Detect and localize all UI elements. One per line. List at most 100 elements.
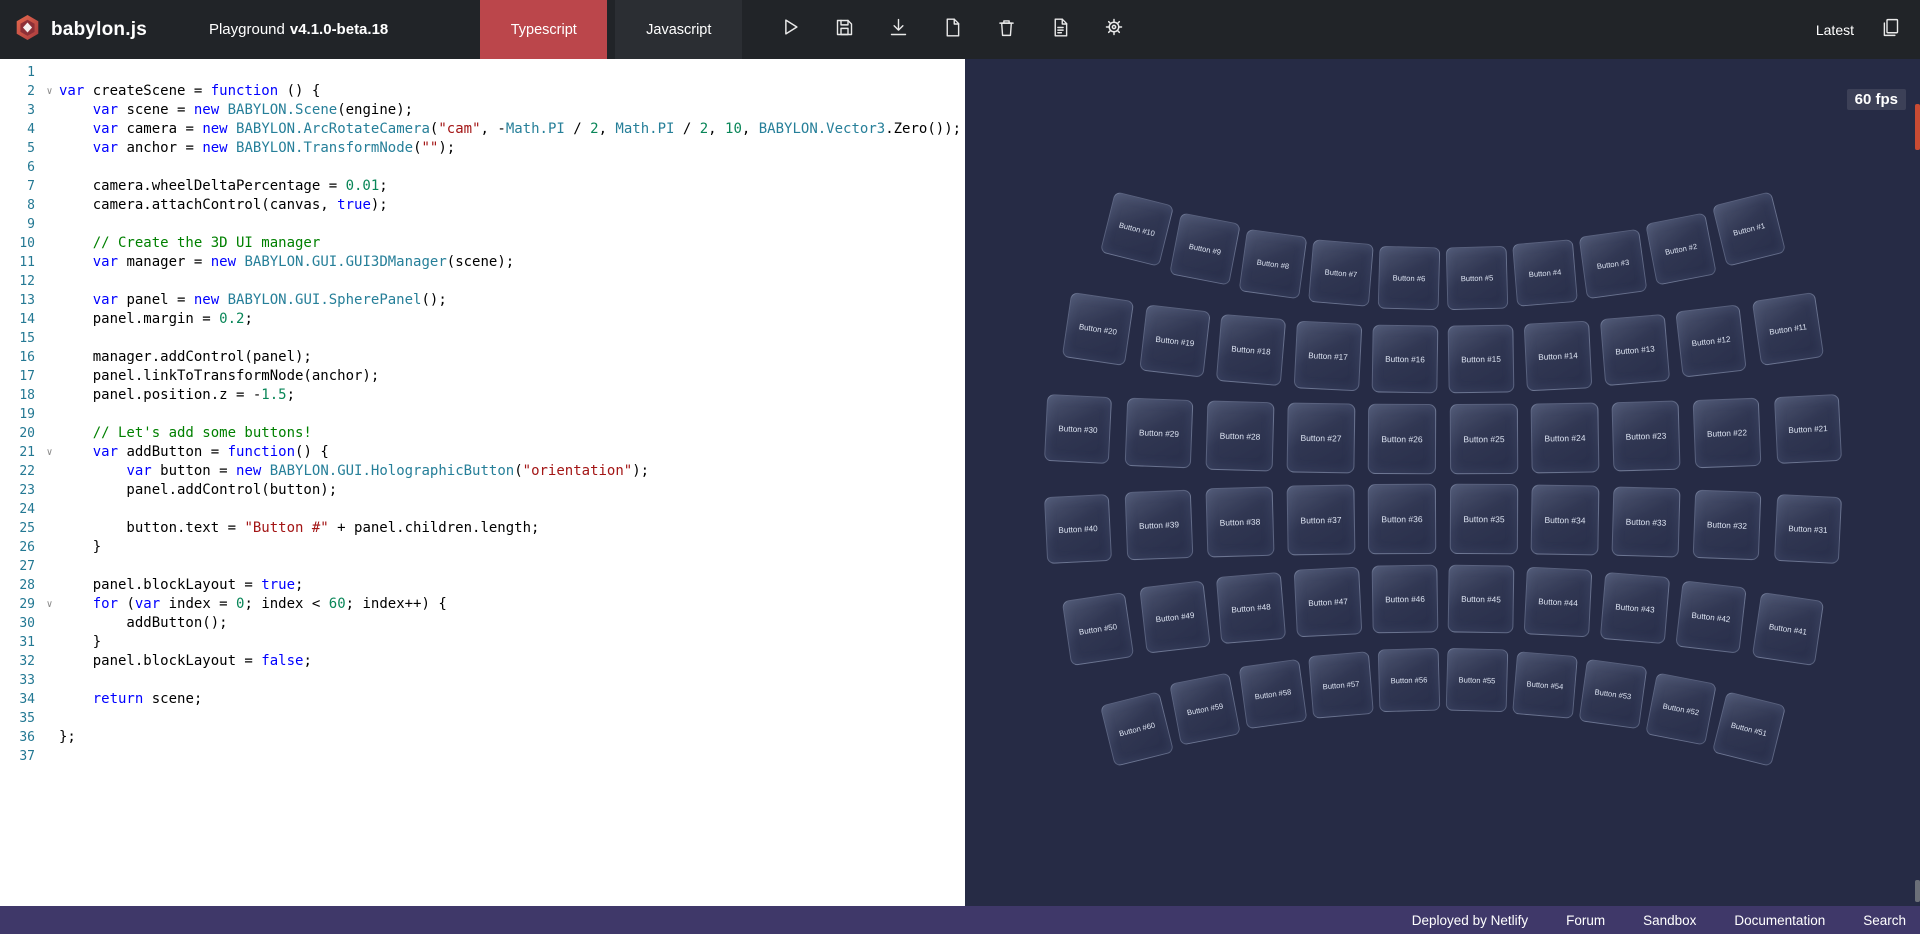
page-scrollbar-thumb-bottom[interactable]	[1915, 880, 1920, 902]
holographic-button[interactable]: Button #26	[1368, 403, 1437, 475]
holographic-button[interactable]: Button #25	[1449, 403, 1518, 475]
holographic-button[interactable]: Button #38	[1205, 486, 1275, 558]
holographic-button[interactable]: Button #54	[1512, 650, 1578, 719]
footer-link-sandbox[interactable]: Sandbox	[1643, 913, 1696, 928]
code-line[interactable]: 34 return scene;	[0, 690, 965, 709]
holographic-button[interactable]: Button #10	[1099, 191, 1175, 267]
holographic-button[interactable]: Button #39	[1124, 489, 1194, 561]
code-line[interactable]: 16 manager.addControl(panel);	[0, 348, 965, 367]
holographic-button[interactable]: Button #33	[1611, 486, 1681, 558]
code-line[interactable]: 9	[0, 215, 965, 234]
holographic-button[interactable]: Button #35	[1449, 483, 1518, 555]
code-line[interactable]: 12	[0, 272, 965, 291]
code-line[interactable]: 7 camera.wheelDeltaPercentage = 0.01;	[0, 177, 965, 196]
holographic-button[interactable]: Button #45	[1447, 564, 1515, 634]
code-line[interactable]: 1	[0, 63, 965, 82]
footer-link-deployed-by-netlify[interactable]: Deployed by Netlify	[1412, 913, 1528, 928]
code-line[interactable]: 25 button.text = "Button #" + panel.chil…	[0, 519, 965, 538]
holographic-button[interactable]: Button #21	[1773, 394, 1842, 464]
holographic-button[interactable]: Button #3	[1578, 228, 1648, 299]
code-line[interactable]: 30 addButton();	[0, 614, 965, 633]
holographic-button[interactable]: Button #29	[1124, 397, 1194, 469]
holographic-button[interactable]: Button #36	[1368, 483, 1437, 555]
holographic-button[interactable]: Button #24	[1530, 402, 1600, 474]
code-line[interactable]: 36};	[0, 728, 965, 747]
holographic-button[interactable]: Button #2	[1645, 212, 1717, 286]
code-line[interactable]: 10 // Create the 3D UI manager	[0, 234, 965, 253]
settings-button[interactable]	[1100, 16, 1128, 44]
holographic-button[interactable]: Button #34	[1530, 484, 1600, 556]
holographic-button[interactable]: Button #55	[1445, 647, 1509, 712]
code-line[interactable]: 22 var button = new BABYLON.GUI.Holograp…	[0, 462, 965, 481]
fold-chevron-icon[interactable]: ∨	[40, 443, 59, 462]
holographic-button[interactable]: Button #52	[1645, 672, 1717, 746]
code-line[interactable]: 35	[0, 709, 965, 728]
footer-link-search[interactable]: Search	[1863, 913, 1906, 928]
holographic-button[interactable]: Button #7	[1308, 239, 1374, 308]
holographic-button[interactable]: Button #56	[1377, 647, 1441, 712]
code-line[interactable]: 14 panel.margin = 0.2;	[0, 310, 965, 329]
examples-button[interactable]	[1046, 16, 1074, 44]
holographic-button[interactable]: Button #41	[1751, 591, 1825, 667]
version-dropdown[interactable]: Latest	[1816, 22, 1854, 38]
holographic-button[interactable]: Button #14	[1523, 320, 1593, 391]
holographic-button[interactable]: Button #47	[1293, 567, 1363, 638]
holographic-button[interactable]: Button #37	[1286, 484, 1356, 556]
holographic-button[interactable]: Button #53	[1578, 659, 1648, 730]
page-scrollbar-thumb[interactable]	[1915, 104, 1920, 150]
editor-scrollbar[interactable]	[951, 59, 965, 906]
holographic-button[interactable]: Button #50	[1061, 591, 1135, 667]
tab-typescript[interactable]: Typescript	[480, 0, 608, 59]
holographic-button[interactable]: Button #6	[1377, 246, 1441, 311]
code-line[interactable]: 29 ∨ for (var index = 0; index < 60; inde…	[0, 595, 965, 614]
holographic-button[interactable]: Button #17	[1293, 320, 1363, 391]
holographic-button[interactable]: Button #57	[1308, 650, 1374, 719]
holographic-button[interactable]: Button #9	[1169, 212, 1241, 286]
code-line[interactable]: 37	[0, 747, 965, 766]
code-line[interactable]: 33	[0, 671, 965, 690]
code-line[interactable]: 18 panel.position.z = -1.5;	[0, 386, 965, 405]
code-line[interactable]: 17 panel.linkToTransformNode(anchor);	[0, 367, 965, 386]
holographic-button[interactable]: Button #30	[1044, 394, 1113, 464]
code-line[interactable]: 21 ∨ var addButton = function() {	[0, 443, 965, 462]
holographic-button[interactable]: Button #32	[1692, 489, 1762, 561]
footer-link-forum[interactable]: Forum	[1566, 913, 1605, 928]
code-line[interactable]: 31 }	[0, 633, 965, 652]
pages-button[interactable]	[1876, 16, 1904, 44]
code-line[interactable]: 2 ∨ var createScene = function () {	[0, 82, 965, 101]
code-editor[interactable]: 1 2 ∨ var createScene = function () {3 var …	[0, 59, 965, 906]
fold-chevron-icon[interactable]: ∨	[40, 82, 59, 101]
holographic-button[interactable]: Button #42	[1675, 580, 1748, 654]
code-line[interactable]: 32 panel.blockLayout = false;	[0, 652, 965, 671]
code-line[interactable]: 23 panel.addControl(button);	[0, 481, 965, 500]
code-line[interactable]: 6	[0, 158, 965, 177]
holographic-button[interactable]: Button #1	[1711, 191, 1787, 267]
code-line[interactable]: 27	[0, 557, 965, 576]
holographic-button[interactable]: Button #19	[1138, 304, 1211, 378]
holographic-button[interactable]: Button #13	[1599, 313, 1670, 386]
holographic-button[interactable]: Button #27	[1286, 402, 1356, 474]
code-line[interactable]: 28 panel.blockLayout = true;	[0, 576, 965, 595]
holographic-button[interactable]: Button #40	[1044, 494, 1113, 564]
holographic-button[interactable]: Button #48	[1216, 572, 1287, 645]
fold-chevron-icon[interactable]: ∨	[40, 595, 59, 614]
code-line[interactable]: 8 camera.attachControl(canvas, true);	[0, 196, 965, 215]
code-line[interactable]: 3 var scene = new BABYLON.Scene(engine);	[0, 101, 965, 120]
brand[interactable]: babylon.js	[0, 14, 147, 46]
tab-javascript[interactable]: Javascript	[615, 0, 743, 59]
holographic-button[interactable]: Button #15	[1447, 324, 1515, 393]
save-button[interactable]	[830, 16, 858, 44]
clear-button[interactable]	[992, 16, 1020, 44]
holographic-button[interactable]: Button #44	[1523, 567, 1593, 638]
code-line[interactable]: 4 var camera = new BABYLON.ArcRotateCame…	[0, 120, 965, 139]
holographic-button[interactable]: Button #58	[1238, 659, 1308, 730]
code-line[interactable]: 15	[0, 329, 965, 348]
footer-link-documentation[interactable]: Documentation	[1734, 913, 1825, 928]
holographic-button[interactable]: Button #18	[1216, 313, 1287, 386]
holographic-button[interactable]: Button #4	[1512, 239, 1578, 308]
code-line[interactable]: 19	[0, 405, 965, 424]
code-line[interactable]: 24	[0, 500, 965, 519]
holographic-button[interactable]: Button #59	[1169, 672, 1241, 746]
holographic-button[interactable]: Button #60	[1099, 691, 1175, 767]
holographic-button[interactable]: Button #8	[1238, 228, 1308, 299]
